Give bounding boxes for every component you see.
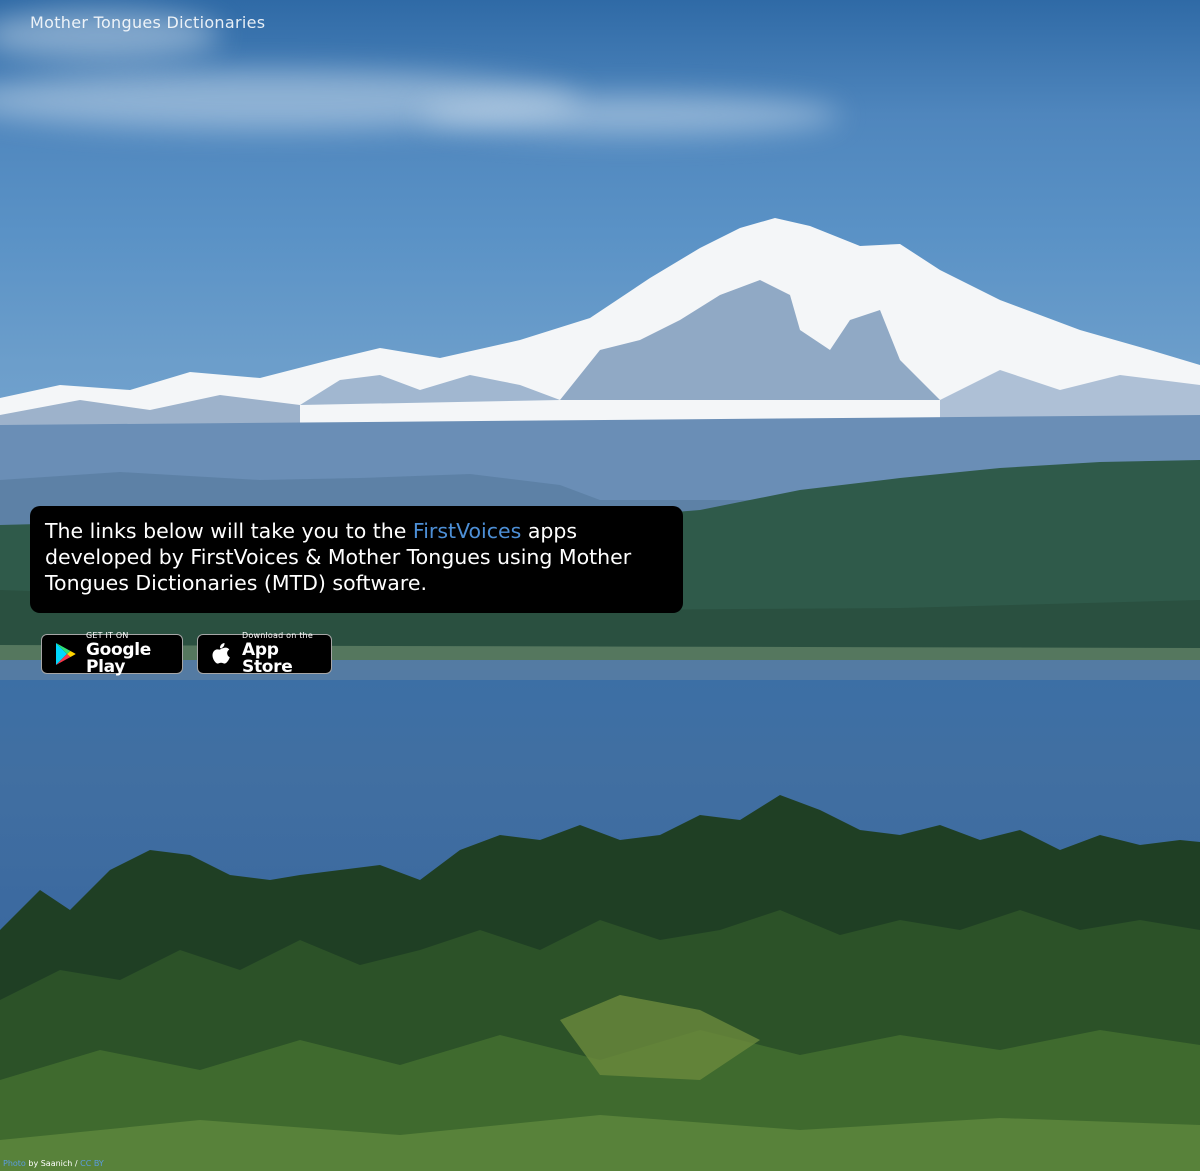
photo-credit: Photo by Saanich / CC BY bbox=[3, 1159, 104, 1168]
google-play-badge-text: GET IT ON Google Play bbox=[86, 632, 182, 676]
firstvoices-link[interactable]: FirstVoices bbox=[413, 519, 521, 543]
google-play-label: Google Play bbox=[86, 640, 152, 677]
license-link[interactable]: CC BY bbox=[80, 1159, 104, 1168]
app-store-label: App Store bbox=[242, 640, 293, 677]
cloud bbox=[420, 95, 840, 135]
app-store-small-label: Download on the bbox=[242, 631, 313, 640]
apple-icon bbox=[212, 643, 230, 664]
google-play-badge[interactable]: GET IT ON Google Play bbox=[41, 632, 183, 676]
foreground-forest bbox=[0, 795, 1200, 1171]
intro-text-start: The links below will take you to the bbox=[45, 519, 413, 543]
photo-link[interactable]: Photo bbox=[3, 1159, 26, 1168]
google-play-icon bbox=[56, 643, 76, 665]
google-play-small-label: GET IT ON bbox=[86, 631, 129, 640]
app-store-badge[interactable]: Download on the App Store bbox=[197, 632, 332, 676]
photo-credit-author: by Saanich / bbox=[25, 1159, 81, 1168]
app-store-badge-text: Download on the App Store bbox=[242, 632, 331, 676]
site-title[interactable]: Mother Tongues Dictionaries bbox=[30, 13, 265, 32]
intro-message-box: The links below will take you to the Fir… bbox=[30, 506, 683, 613]
